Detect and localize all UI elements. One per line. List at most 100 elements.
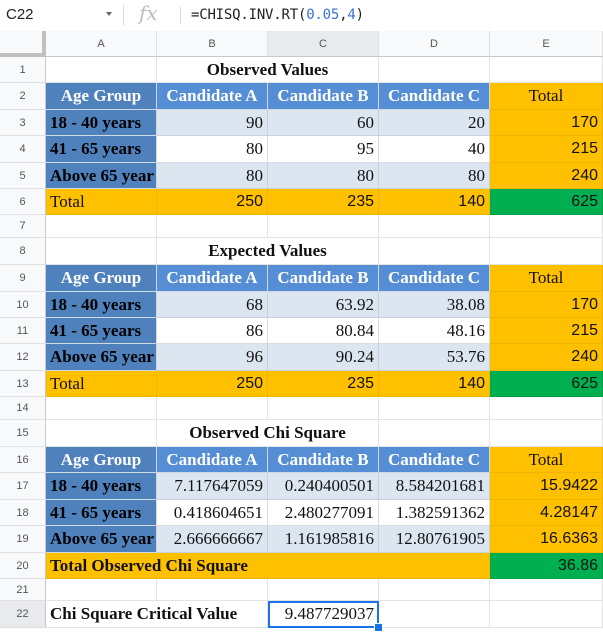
empty-cell[interactable] bbox=[157, 215, 268, 238]
row-header-13[interactable]: 13 bbox=[0, 371, 46, 397]
empty-cell[interactable] bbox=[490, 57, 603, 83]
empty-cell[interactable] bbox=[46, 215, 157, 238]
header-total[interactable]: Total bbox=[490, 83, 603, 110]
empty-cell[interactable] bbox=[46, 579, 157, 601]
row-header-12[interactable]: 12 bbox=[0, 344, 46, 371]
value-cell[interactable]: 80.84 bbox=[268, 318, 379, 344]
value-cell[interactable]: 80 bbox=[157, 136, 268, 163]
empty-cell[interactable] bbox=[268, 215, 379, 238]
header-age-group[interactable]: Age Group bbox=[46, 83, 157, 110]
value-cell[interactable]: 96 bbox=[157, 344, 268, 371]
row-header-18[interactable]: 18 bbox=[0, 500, 46, 526]
value-cell[interactable]: 80 bbox=[379, 163, 490, 189]
row-header-9[interactable]: 9 bbox=[0, 265, 46, 292]
row-total-cell[interactable]: 240 bbox=[490, 344, 603, 371]
age-group-label[interactable]: 18 - 40 years bbox=[46, 292, 157, 318]
value-cell[interactable]: 40 bbox=[379, 136, 490, 163]
value-cell[interactable]: 63.92 bbox=[268, 292, 379, 318]
header-candidate-c[interactable]: Candidate C bbox=[379, 83, 490, 110]
total-chi-value[interactable]: 36.86 bbox=[490, 553, 603, 579]
select-all-corner[interactable] bbox=[0, 31, 46, 57]
row-total-cell[interactable]: 215 bbox=[490, 318, 603, 344]
grand-total-cell[interactable]: 625 bbox=[490, 189, 603, 215]
value-cell[interactable]: 86 bbox=[157, 318, 268, 344]
row-total-cell[interactable]: 170 bbox=[490, 292, 603, 318]
row-header-10[interactable]: 10 bbox=[0, 292, 46, 318]
row-header-8[interactable]: 8 bbox=[0, 238, 46, 265]
header-candidate-c[interactable]: Candidate C bbox=[379, 447, 490, 473]
row-header-3[interactable]: 3 bbox=[0, 110, 46, 136]
column-header-a[interactable]: A bbox=[46, 31, 157, 57]
row-header-7[interactable]: 7 bbox=[0, 215, 46, 238]
column-total-cell[interactable]: 235 bbox=[268, 189, 379, 215]
row-header-5[interactable]: 5 bbox=[0, 163, 46, 189]
empty-cell[interactable] bbox=[46, 57, 157, 83]
value-cell[interactable]: 68 bbox=[157, 292, 268, 318]
header-age-group[interactable]: Age Group bbox=[46, 447, 157, 473]
column-total-cell[interactable]: 250 bbox=[157, 189, 268, 215]
value-cell[interactable]: 0.418604651 bbox=[157, 500, 268, 526]
value-cell[interactable]: 1.382591362 bbox=[379, 500, 490, 526]
empty-cell[interactable] bbox=[490, 215, 603, 238]
total-label[interactable]: Total bbox=[46, 189, 157, 215]
value-cell[interactable]: 90 bbox=[157, 110, 268, 136]
empty-cell[interactable] bbox=[379, 238, 490, 265]
row-total-cell[interactable]: 15.9422 bbox=[490, 473, 603, 500]
empty-cell[interactable] bbox=[490, 238, 603, 265]
row-header-22[interactable]: 22 bbox=[0, 601, 46, 628]
empty-cell[interactable] bbox=[268, 397, 379, 420]
age-group-label[interactable]: 41 - 65 years bbox=[46, 500, 157, 526]
value-cell[interactable]: 8.584201681 bbox=[379, 473, 490, 500]
name-box[interactable]: C22 bbox=[6, 6, 34, 23]
fill-handle[interactable] bbox=[374, 623, 383, 632]
section-title[interactable]: Observed Chi Square bbox=[157, 420, 379, 447]
row-header-20[interactable]: 20 bbox=[0, 553, 46, 579]
column-total-cell[interactable]: 140 bbox=[379, 189, 490, 215]
empty-cell[interactable] bbox=[490, 601, 603, 628]
header-age-group[interactable]: Age Group bbox=[46, 265, 157, 292]
value-cell[interactable]: 0.240400501 bbox=[268, 473, 379, 500]
name-box-dropdown-icon[interactable] bbox=[106, 12, 112, 16]
value-cell[interactable]: 2.480277091 bbox=[268, 500, 379, 526]
empty-cell[interactable] bbox=[157, 397, 268, 420]
total-label[interactable]: Total bbox=[46, 371, 157, 397]
header-candidate-c[interactable]: Candidate C bbox=[379, 265, 490, 292]
value-cell[interactable]: 53.76 bbox=[379, 344, 490, 371]
value-cell[interactable]: 20 bbox=[379, 110, 490, 136]
grand-total-cell[interactable]: 625 bbox=[490, 371, 603, 397]
column-header-e[interactable]: E bbox=[490, 31, 603, 57]
row-header-1[interactable]: 1 bbox=[0, 57, 46, 83]
row-header-15[interactable]: 15 bbox=[0, 420, 46, 447]
empty-cell[interactable] bbox=[46, 420, 157, 447]
value-cell[interactable]: 12.80761905 bbox=[379, 526, 490, 553]
value-cell[interactable]: 38.08 bbox=[379, 292, 490, 318]
value-cell[interactable]: 1.161985816 bbox=[268, 526, 379, 553]
empty-cell[interactable] bbox=[268, 579, 379, 601]
header-total[interactable]: Total bbox=[490, 265, 603, 292]
header-candidate-b[interactable]: Candidate B bbox=[268, 83, 379, 110]
age-group-label[interactable]: 18 - 40 years bbox=[46, 473, 157, 500]
critical-value-label[interactable]: Chi Square Critical Value bbox=[46, 601, 268, 628]
age-group-label[interactable]: Above 65 year bbox=[46, 526, 157, 553]
row-header-17[interactable]: 17 bbox=[0, 473, 46, 500]
row-header-16[interactable]: 16 bbox=[0, 447, 46, 473]
value-cell[interactable]: 80 bbox=[268, 163, 379, 189]
value-cell[interactable]: 90.24 bbox=[268, 344, 379, 371]
row-total-cell[interactable]: 170 bbox=[490, 110, 603, 136]
age-group-label[interactable]: 41 - 65 years bbox=[46, 318, 157, 344]
value-cell[interactable]: 7.117647059 bbox=[157, 473, 268, 500]
header-candidate-b[interactable]: Candidate B bbox=[268, 447, 379, 473]
empty-cell[interactable] bbox=[490, 579, 603, 601]
row-header-11[interactable]: 11 bbox=[0, 318, 46, 344]
empty-cell[interactable] bbox=[379, 420, 490, 447]
age-group-label[interactable]: 18 - 40 years bbox=[46, 110, 157, 136]
header-candidate-a[interactable]: Candidate A bbox=[157, 447, 268, 473]
empty-cell[interactable] bbox=[379, 601, 490, 628]
empty-cell[interactable] bbox=[379, 579, 490, 601]
value-cell[interactable]: 2.666666667 bbox=[157, 526, 268, 553]
row-header-6[interactable]: 6 bbox=[0, 189, 46, 215]
row-header-2[interactable]: 2 bbox=[0, 83, 46, 110]
row-total-cell[interactable]: 240 bbox=[490, 163, 603, 189]
header-candidate-a[interactable]: Candidate A bbox=[157, 265, 268, 292]
empty-cell[interactable] bbox=[46, 238, 157, 265]
